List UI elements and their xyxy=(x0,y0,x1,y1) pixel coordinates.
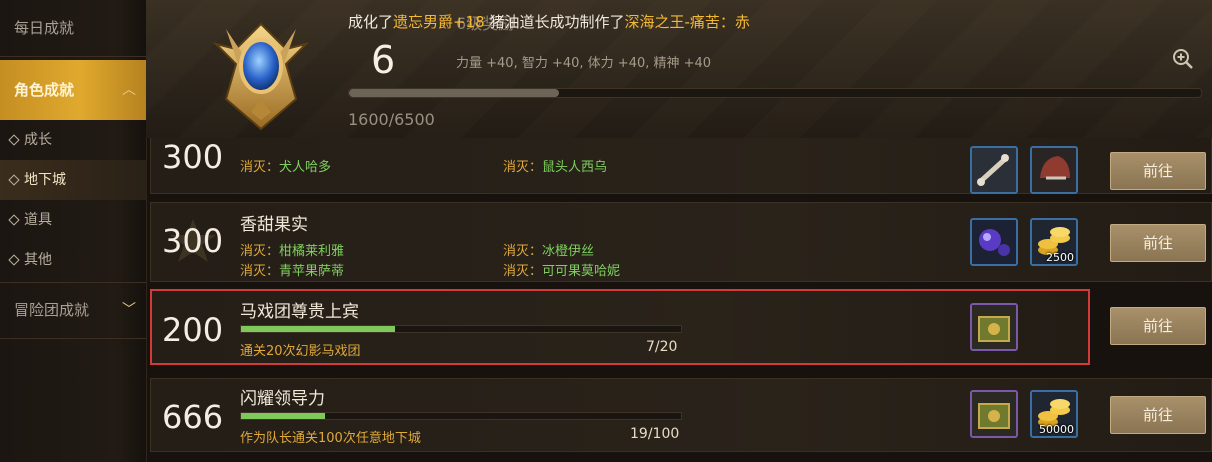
sidebar-subitem-label: 地下城 xyxy=(24,172,66,188)
sidebar-subitem-label: 道具 xyxy=(24,212,52,228)
sidebar-item-label: 角色成就 xyxy=(14,81,75,99)
sidebar-subitem-items[interactable]: 道具 xyxy=(0,200,146,240)
kill-condition: 消灭：青苹果萨蒂 xyxy=(240,260,344,279)
chevron-up-icon: ︿ xyxy=(122,82,136,98)
ticker-highlight: 深海之王-痛苦：赤 xyxy=(624,13,750,31)
kill-condition: 消灭：可可果莫哈妮 xyxy=(503,260,620,279)
kill-condition: 消灭：鼠头人西乌 xyxy=(503,156,607,175)
reward-item-bone[interactable] xyxy=(970,146,1018,194)
achievement-list[interactable]: 300 消灭：犬人哈多 消灭：鼠头人西乌 前往 300 香甜果实 消灭：柑橘莱利… xyxy=(150,138,1212,462)
sidebar-item-label: 每日成就 xyxy=(14,19,75,37)
level-medal-icon xyxy=(212,22,310,131)
divider xyxy=(0,338,146,339)
achievement-level: 6 xyxy=(371,38,396,82)
sidebar-item-adventure[interactable]: 冒险团成就 ﹀ xyxy=(0,285,146,335)
achievement-progress-bar xyxy=(240,325,682,333)
reward-count: 50000 xyxy=(1039,423,1074,436)
achievement-title: 马戏团尊贵上宾 xyxy=(240,302,359,322)
kill-condition: 消灭：柑橘莱利雅 xyxy=(240,240,344,259)
treasure-box-icon xyxy=(972,392,1016,436)
divider xyxy=(0,56,146,57)
achievement-title: 闪耀领导力 xyxy=(240,389,325,409)
condition-target: 柑橘莱利雅 xyxy=(279,244,345,259)
kill-condition: 消灭：冰橙伊丝 xyxy=(503,240,594,259)
diamond-bullet-icon xyxy=(8,134,20,146)
condition-target: 冰橙伊丝 xyxy=(542,244,595,259)
condition-label: 消灭： xyxy=(503,264,543,279)
achievement-points: 666 xyxy=(162,398,224,436)
reward-item-box[interactable] xyxy=(970,390,1018,438)
stat-bonus-text: 力量 +40, 智力 +40, 体力 +40, 精神 +40 xyxy=(456,56,712,71)
achievement-count: 19/100 xyxy=(630,426,680,442)
achievement-points: 300 xyxy=(162,138,224,176)
diamond-bullet-icon xyxy=(8,214,20,226)
ticker-highlight: 遗忘男爵+18 xyxy=(393,13,485,31)
condition-label: 消灭： xyxy=(240,160,280,175)
go-button[interactable]: 前往 xyxy=(1110,152,1206,190)
reward-item-orbs[interactable] xyxy=(970,218,1018,266)
sidebar-subitem-other[interactable]: 其他 xyxy=(0,240,146,280)
reward-item-helmet[interactable] xyxy=(1030,146,1078,194)
level-progress-bar xyxy=(348,88,1202,98)
achievement-progress-bar xyxy=(240,412,682,420)
level-progress-fill xyxy=(349,89,559,97)
achievement-task: 通关20次幻影马戏团 xyxy=(240,344,361,359)
condition-label: 消灭： xyxy=(240,244,280,259)
reward-item-box[interactable] xyxy=(970,303,1018,351)
ticker-text: 猪油道长成功制作了 xyxy=(484,13,625,31)
condition-target: 可可果莫哈妮 xyxy=(542,264,621,279)
reward-item-gold[interactable]: 2500 xyxy=(1030,218,1078,266)
chevron-down-icon: ﹀ xyxy=(122,302,136,318)
reward-count: 2500 xyxy=(1046,251,1074,264)
sidebar-item-daily[interactable]: 每日成就 xyxy=(0,3,146,53)
sidebar-item-label: 冒险团成就 xyxy=(14,301,90,319)
ticker-text: 成化了 xyxy=(348,13,394,31)
zoom-in-icon[interactable] xyxy=(1171,47,1195,71)
reward-item-gold[interactable]: 50000 xyxy=(1030,390,1078,438)
go-button[interactable]: 前往 xyxy=(1110,307,1206,345)
level-progress-text: 1600/6500 xyxy=(348,110,435,129)
diamond-bullet-icon xyxy=(8,174,20,186)
condition-label: 消灭： xyxy=(503,244,543,259)
condition-target: 犬人哈多 xyxy=(279,160,332,175)
purple-orb-icon xyxy=(972,220,1016,264)
sidebar-subitem-label: 成长 xyxy=(24,132,52,148)
achievement-task: 作为队长通关100次任意地下城 xyxy=(240,431,421,446)
achievement-count: 7/20 xyxy=(646,339,678,355)
condition-label: 消灭： xyxy=(503,160,543,175)
achievement-points: 200 xyxy=(162,311,224,349)
bone-icon xyxy=(972,148,1016,192)
condition-label: 消灭： xyxy=(240,264,280,279)
achievement-points: 300 xyxy=(162,222,224,260)
helmet-icon xyxy=(1032,148,1076,192)
kill-condition: 消灭：犬人哈多 xyxy=(240,156,331,175)
sidebar-subitem-growth[interactable]: 成长 xyxy=(0,120,146,160)
achievement-progress-fill xyxy=(241,413,325,419)
sidebar: 每日成就 角色成就 ︿ 成长 地下城 道具 其他 冒险团成就 ﹀ xyxy=(0,0,147,462)
achievement-progress-fill xyxy=(241,326,395,332)
sidebar-subitem-label: 其他 xyxy=(24,252,52,268)
diamond-bullet-icon xyxy=(8,254,20,266)
go-button[interactable]: 前往 xyxy=(1110,224,1206,262)
treasure-box-icon xyxy=(972,305,1016,349)
divider xyxy=(0,282,146,283)
sidebar-subitem-dungeon[interactable]: 地下城 xyxy=(0,160,146,200)
system-broadcast-ticker: 成化了遗忘男爵+18 猪油道长成功制作了深海之王-痛苦：赤 xyxy=(348,11,750,32)
condition-target: 青苹果萨蒂 xyxy=(279,264,345,279)
sidebar-item-character[interactable]: 角色成就 ︿ xyxy=(0,60,146,120)
go-button[interactable]: 前往 xyxy=(1110,396,1206,434)
condition-target: 鼠头人西乌 xyxy=(542,160,608,175)
achievement-title: 香甜果实 xyxy=(240,215,308,235)
